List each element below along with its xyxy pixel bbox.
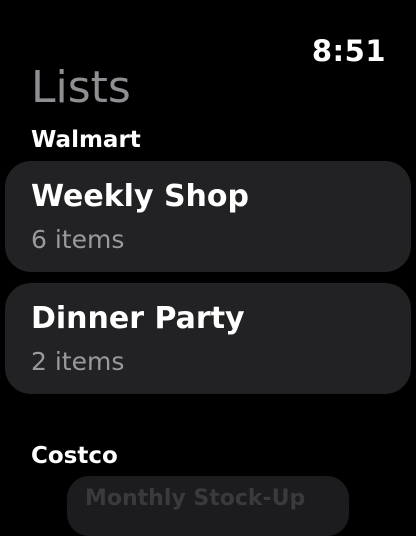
list-card-item-count: 6 items <box>31 225 125 254</box>
list-card-monthly-stock-up[interactable]: Monthly Stock-Up <box>67 476 349 536</box>
list-card-title: Weekly Shop <box>31 179 249 214</box>
status-time: 8:51 <box>311 34 386 68</box>
section-header-walmart: Walmart <box>31 127 141 153</box>
list-card-title: Dinner Party <box>31 301 245 336</box>
list-card-weekly-shop[interactable]: Weekly Shop 6 items <box>5 161 411 272</box>
list-card-dinner-party[interactable]: Dinner Party 2 items <box>5 283 411 394</box>
page-title: Lists <box>31 62 131 113</box>
list-card-title: Monthly Stock-Up <box>85 486 306 511</box>
list-card-item-count: 2 items <box>31 347 125 376</box>
section-header-costco: Costco <box>31 443 118 469</box>
